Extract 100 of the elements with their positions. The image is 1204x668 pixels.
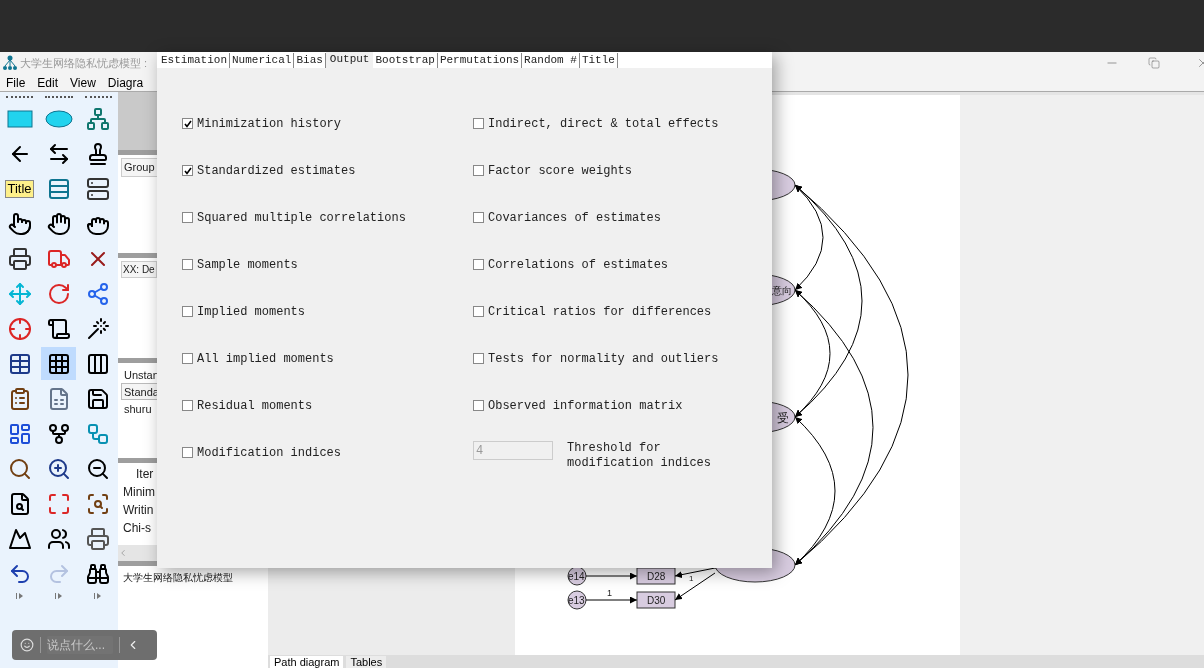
error-circle	[567, 590, 587, 610]
error-label: e13	[568, 595, 585, 606]
option-label: Modification indices	[197, 444, 342, 462]
latent-label: 受	[777, 411, 789, 425]
scan-search-icon	[86, 491, 111, 516]
smiley-icon[interactable]	[20, 638, 34, 652]
comment-field[interactable]: 说点什么...	[47, 636, 113, 654]
tool-button[interactable]	[41, 347, 77, 380]
dialog-tab[interactable]: Estimation	[159, 53, 230, 68]
path-arrow	[585, 572, 638, 580]
list-header[interactable]: Group	[121, 158, 158, 177]
columns-icon	[86, 351, 111, 376]
threshold-label: Threshold for modification indices	[567, 441, 713, 471]
table-icon	[7, 351, 32, 376]
option-label: Tests for normality and outliers	[488, 350, 719, 368]
menu-item[interactable]: File	[0, 73, 32, 92]
expand-icon	[46, 491, 71, 516]
workflow-icon	[86, 421, 111, 446]
checkbox[interactable]	[182, 447, 193, 458]
binoculars-icon	[86, 561, 111, 586]
dialog-tab[interactable]: Permutations	[437, 53, 523, 68]
message-text: Iter	[135, 466, 155, 483]
rectangle-icon	[6, 109, 33, 128]
mountain-icon	[7, 526, 32, 551]
option-label: Standardized estimates	[197, 162, 356, 180]
observed-variable-box	[636, 567, 676, 585]
dialog-tab[interactable]: Title	[579, 53, 618, 68]
scroll-icon	[46, 316, 71, 341]
view-tab[interactable]: Path diagram	[270, 656, 344, 668]
checkbox[interactable]	[182, 259, 193, 270]
option-label: Critical ratios for differences	[488, 303, 712, 321]
checkbox[interactable]	[473, 306, 484, 317]
file-name: 大学生网络隐私忧虑模型	[123, 572, 233, 583]
zoom-out-icon	[86, 456, 111, 481]
app-icon	[2, 55, 18, 71]
message-text: Writin	[122, 502, 155, 519]
menu-item[interactable]: View	[64, 73, 102, 92]
title-tool-button[interactable]: Title	[2, 172, 37, 205]
crosshair-icon	[7, 316, 32, 341]
dashboard-icon	[7, 421, 32, 446]
observed-label: D28	[647, 571, 666, 582]
checkbox[interactable]	[473, 212, 484, 223]
menu-item[interactable]: Diagra	[101, 73, 150, 92]
search-icon	[7, 456, 32, 481]
hand-icon	[46, 211, 71, 236]
checkbox[interactable]	[182, 118, 193, 129]
check-icon	[183, 119, 192, 128]
weight-label: 1	[689, 574, 694, 583]
option-label: Sample moments	[197, 256, 298, 274]
checkbox[interactable]	[473, 118, 484, 129]
list-header[interactable]: XX: De	[121, 261, 157, 278]
observed-variable-box	[636, 591, 676, 609]
zoom-in-icon	[46, 456, 71, 481]
grid-icon	[46, 351, 71, 376]
checkbox[interactable]	[182, 400, 193, 411]
dialog-tab[interactable]: Random #	[522, 53, 580, 68]
checkbox[interactable]	[182, 306, 193, 317]
checkbox[interactable]	[182, 212, 193, 223]
wand-icon	[86, 316, 111, 341]
check-icon	[183, 166, 192, 175]
nodes-icon	[86, 281, 111, 306]
option-label: Observed information matrix	[488, 397, 683, 415]
rotate-icon	[46, 281, 71, 306]
message-text: Chi-s	[122, 520, 152, 537]
step-icon[interactable]	[55, 592, 63, 600]
hand-pointer-icon	[7, 211, 32, 236]
option-label: Factor score weights	[488, 162, 633, 180]
option-label: Residual moments	[197, 397, 313, 415]
checkbox[interactable]	[473, 353, 484, 364]
step-icon[interactable]	[15, 592, 24, 600]
checkbox[interactable]	[182, 353, 193, 364]
option-label: Covariances of estimates	[488, 209, 661, 227]
checkbox[interactable]	[473, 400, 484, 411]
checkbox[interactable]	[473, 165, 484, 176]
option-label: Squared multiple correlations	[197, 209, 406, 227]
option-label: Implied moments	[197, 303, 306, 321]
dialog-tab[interactable]: Numerical	[230, 53, 295, 68]
weight-label: 1	[607, 588, 612, 598]
step-icon[interactable]	[94, 592, 103, 600]
option-label: All implied moments	[197, 350, 334, 368]
server-icon	[86, 176, 111, 201]
printer-icon	[86, 526, 111, 551]
fork-icon	[46, 421, 71, 446]
view-tab[interactable]: Tables	[346, 656, 387, 668]
dialog-tab[interactable]: Bias	[294, 53, 326, 68]
network-icon	[86, 106, 111, 131]
error-label: e14	[568, 571, 585, 582]
window-title: 大学生网络隐私忧虑模型 :	[20, 55, 148, 71]
printer-icon	[7, 246, 32, 271]
checkbox[interactable]	[473, 259, 484, 270]
option-label: Correlations of estimates	[488, 256, 669, 274]
message-text: Minim	[122, 484, 156, 501]
dialog-tab[interactable]: Output	[325, 52, 374, 68]
dialog-tab[interactable]: Bootstrap	[373, 53, 438, 68]
path-arrow	[585, 596, 638, 604]
rows-icon	[46, 176, 71, 201]
save-icon	[86, 386, 111, 411]
checkbox[interactable]	[182, 165, 193, 176]
menu-item[interactable]: Edit	[31, 73, 65, 92]
option-label: Minimization history	[197, 115, 342, 133]
